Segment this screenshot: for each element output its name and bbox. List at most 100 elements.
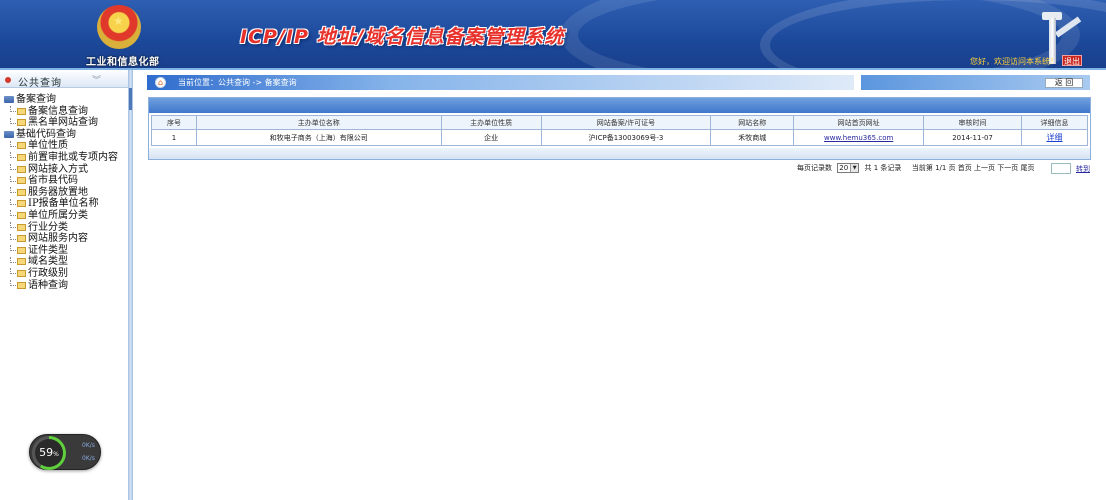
tree-item[interactable]: 前置审批或专项内容 (4, 152, 128, 164)
folder-icon (4, 130, 14, 138)
jump-page-input[interactable] (1051, 163, 1071, 174)
welcome-text: 您好，欢迎访问本系统！ (970, 57, 1058, 66)
tree-item-label: 省市县代码 (28, 175, 78, 187)
header-divider (0, 68, 1106, 70)
tree-item-label: 行业分类 (28, 221, 68, 233)
sidebar-splitter[interactable] (128, 70, 133, 500)
tree-item-label: 域名类型 (28, 256, 68, 268)
panel-header-band (149, 98, 1090, 113)
tree-item-record-info-query[interactable]: 备案信息查询 (4, 106, 128, 118)
column-header: 审核时间 (923, 115, 1022, 130)
tree-item-label: 行政级别 (28, 267, 68, 279)
cell-no: 1 (151, 129, 197, 146)
cell-license: 沪ICP备13003069号-3 (540, 129, 712, 146)
breadcrumb-text: 当前位置：公共查询 -> 备案查询 (178, 78, 297, 87)
first-page-link[interactable]: 首页 (958, 164, 972, 172)
sidebar-section-title: 公共查询 (18, 78, 62, 89)
network-speed-widget[interactable]: 59% 0K/s 0K/s (29, 434, 101, 470)
tree-item[interactable]: 证件类型 (4, 245, 128, 257)
tree-item[interactable]: 行业分类 (4, 222, 128, 234)
column-header: 网站名称 (710, 115, 795, 130)
tree-item[interactable]: 单位性质 (4, 140, 128, 152)
column-header: 网站首页网址 (793, 115, 925, 130)
document-icon (17, 269, 26, 277)
tree-group-label: 基础代码查询 (16, 128, 76, 140)
cell-org: 和牧电子商务（上海）有限公司 (195, 129, 442, 146)
document-icon (17, 246, 26, 254)
cell-detail: 详细 (1021, 129, 1088, 146)
tree-item-label: 服务器放置地 (28, 186, 88, 198)
jump-button[interactable]: 转到 (1076, 164, 1090, 174)
last-page-link[interactable]: 尾页 (1021, 164, 1035, 172)
tree-item-label: 网站接入方式 (28, 163, 88, 175)
document-icon (17, 142, 26, 150)
document-icon (17, 165, 26, 173)
per-page-label: 每页记录数 (797, 164, 832, 172)
per-page-select[interactable]: 20 ▼ (837, 163, 860, 173)
collapse-chevron-icon[interactable]: ︾ (92, 73, 101, 86)
column-header: 主办单位名称 (195, 115, 442, 130)
column-header: 序号 (151, 115, 197, 130)
tree-item[interactable]: 省市县代码 (4, 175, 128, 187)
tree-item-label: 语种查询 (28, 279, 68, 291)
document-icon (17, 107, 26, 115)
tree-item-label: 前置审批或专项内容 (28, 151, 118, 163)
splitter-grip[interactable] (129, 88, 132, 110)
table-row: 1 和牧电子商务（上海）有限公司 企业 沪ICP备13003069号-3 禾牧商… (151, 129, 1088, 146)
cpu-percent: 59% (35, 439, 63, 467)
tree-group-record-query[interactable]: 备案查询 (4, 94, 128, 106)
logout-button[interactable]: 退出 (1062, 55, 1082, 66)
tree-item[interactable]: 语种查询 (4, 280, 128, 292)
tree-item-label: IP报备单位名称 (28, 198, 99, 210)
tree-item-label: 黑名单网站查询 (28, 117, 98, 129)
tree-item-label: 备案信息查询 (28, 105, 88, 117)
back-button[interactable]: 返 回 (1045, 78, 1083, 88)
tree-item-blacklist-query[interactable]: 黑名单网站查询 (4, 117, 128, 129)
home-icon[interactable]: ⌂ (155, 77, 166, 88)
site-url-link[interactable]: www.hemu365.com (824, 134, 893, 142)
dropdown-arrow-icon[interactable]: ▼ (850, 164, 859, 172)
tree-item[interactable]: 行政级别 (4, 268, 128, 280)
tree-item-label: 证件类型 (28, 244, 68, 256)
national-emblem-icon: ★ (97, 5, 141, 49)
cell-site-name: 禾牧商城 (710, 129, 795, 146)
document-icon (17, 281, 26, 289)
tree-item-label: 单位性质 (28, 140, 68, 152)
detail-link[interactable]: 详细 (1047, 133, 1063, 142)
breadcrumb: ⌂ 当前位置：公共查询 -> 备案查询 (147, 75, 854, 90)
system-title: ICP/IP 地址/域名信息备案管理系统 (240, 26, 565, 48)
nav-tree: 备案查询 备案信息查询 黑名单网站查询 基础代码查询 单位性质 前置审批或专项内… (4, 94, 128, 291)
results-panel: 序号 主办单位名称 主办单位性质 网站备案/许可证号 网站名称 网站首页网址 审… (148, 97, 1091, 160)
prev-page-link[interactable]: 上一页 (974, 164, 995, 172)
cell-url: www.hemu365.com (793, 129, 925, 146)
pagination: 每页记录数 20 ▼ 共 1 条记录 当前第 1/1 页 首页 上一页 下一页 尾… (797, 163, 1035, 175)
tree-item[interactable]: 网站接入方式 (4, 164, 128, 176)
tree-item[interactable]: 域名类型 (4, 256, 128, 268)
sidebar: 公共查询 ︾ 备案查询 备案信息查询 黑名单网站查询 基础代码查询 单位性质 前… (0, 70, 128, 500)
upload-speed: 0K/s (82, 442, 95, 449)
column-header: 主办单位性质 (440, 115, 542, 130)
sidebar-section-header[interactable]: 公共查询 ︾ (0, 72, 128, 89)
section-bullet-icon (5, 77, 11, 83)
column-header: 详细信息 (1021, 115, 1088, 130)
tree-item[interactable]: 单位所属分类 (4, 210, 128, 222)
next-page-link[interactable]: 下一页 (997, 164, 1018, 172)
tree-item-label: 网站服务内容 (28, 233, 88, 245)
document-icon (17, 211, 26, 219)
column-header: 网站备案/许可证号 (540, 115, 712, 130)
download-speed: 0K/s (82, 455, 95, 462)
app-header: ★ 工业和信息化部 ICP/IP 地址/域名信息备案管理系统 您好，欢迎访问本系… (0, 0, 1106, 68)
document-icon (17, 177, 26, 185)
folder-icon (4, 96, 14, 103)
tree-group-base-code-query[interactable]: 基础代码查询 (4, 129, 128, 141)
tree-item[interactable]: 网站服务内容 (4, 233, 128, 245)
monument-icon (1040, 4, 1082, 64)
cpu-gauge-ring: 59% (32, 436, 66, 470)
cell-date: 2014-11-07 (923, 129, 1022, 146)
tree-item-label: 单位所属分类 (28, 209, 88, 221)
document-icon (17, 223, 26, 231)
tree-item[interactable]: IP报备单位名称 (4, 198, 128, 210)
total-records: 共 1 条记录 (864, 164, 902, 172)
tree-item[interactable]: 服务器放置地 (4, 187, 128, 199)
results-table: 序号 主办单位名称 主办单位性质 网站备案/许可证号 网站名称 网站首页网址 审… (151, 115, 1088, 146)
